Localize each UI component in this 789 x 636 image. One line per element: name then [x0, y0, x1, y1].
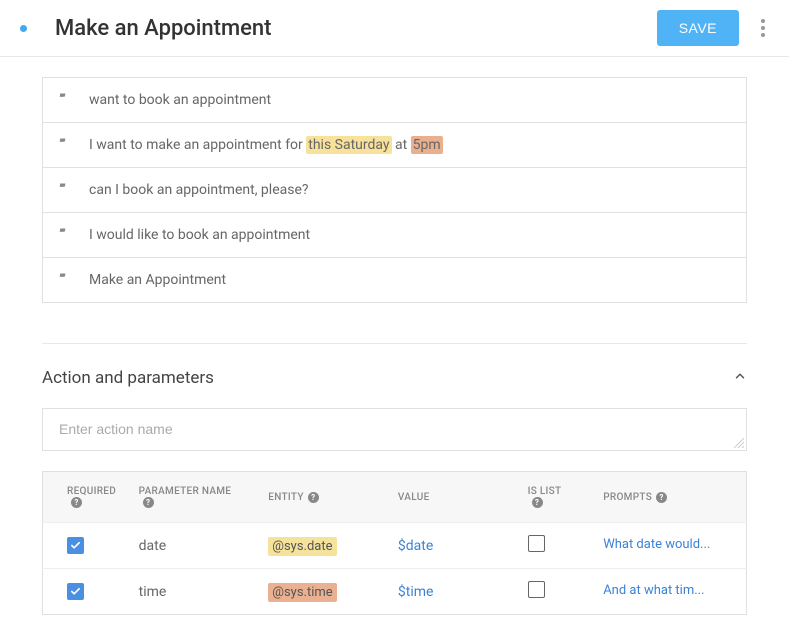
action-name-input[interactable] [59, 421, 730, 437]
section-divider [42, 343, 747, 344]
help-icon[interactable]: ? [308, 492, 319, 503]
action-name-field-wrap [42, 408, 747, 451]
training-phrase-row[interactable]: ”” I want to make an appointment for this… [43, 123, 746, 168]
help-icon[interactable]: ? [656, 492, 667, 503]
resize-handle-icon[interactable] [734, 438, 744, 448]
training-phrase-row[interactable]: ”” want to book an appointment [43, 78, 746, 123]
quote-icon: ”” [59, 137, 75, 153]
help-icon[interactable]: ? [143, 497, 154, 508]
quote-icon: ”” [59, 182, 75, 198]
save-button[interactable]: SAVE [657, 10, 739, 46]
phrase-text: want to book an appointment [89, 92, 271, 108]
parameters-table: REQUIRED? PARAMETER NAME? ENTITY? VALUE … [42, 471, 747, 615]
required-checkbox[interactable] [67, 537, 84, 554]
page-title: Make an Appointment [55, 16, 657, 41]
quote-icon: ”” [59, 92, 75, 108]
prompt-link[interactable]: What date would... [603, 537, 733, 554]
value-link[interactable]: $date [398, 538, 433, 554]
training-phrase-row[interactable]: ”” Make an Appointment [43, 258, 746, 302]
th-value: VALUE [390, 472, 520, 523]
phrase-text: I would like to book an appointment [89, 227, 310, 243]
th-parameter-name: PARAMETER NAME? [131, 472, 261, 523]
th-required: REQUIRED? [43, 472, 131, 523]
value-link[interactable]: $time [398, 584, 434, 600]
phrase-text: can I book an appointment, please? [89, 182, 309, 198]
is-list-checkbox[interactable] [528, 581, 545, 598]
entity-chip[interactable]: @sys.time [268, 583, 336, 602]
parameter-name-cell[interactable]: time [131, 569, 261, 615]
phrase-text: I want to make an appointment for this S… [89, 137, 443, 153]
th-prompts: PROMPTS? [595, 472, 746, 523]
prompt-link[interactable]: And at what tim... [603, 583, 733, 600]
training-phrases-list: ”” want to book an appointment ”” I want to… [42, 77, 747, 303]
status-dot [20, 25, 27, 32]
quote-icon: ”” [59, 227, 75, 243]
quote-icon: ”” [59, 272, 75, 288]
parameter-name-cell[interactable]: date [131, 523, 261, 569]
parameter-row: date @sys.date $date What date would... [43, 523, 747, 569]
kebab-menu-icon[interactable] [757, 15, 769, 41]
section-title: Action and parameters [42, 368, 214, 388]
th-entity: ENTITY? [260, 472, 390, 523]
phrase-text: Make an Appointment [89, 272, 226, 288]
training-phrase-row[interactable]: ”” can I book an appointment, please? [43, 168, 746, 213]
entity-highlight[interactable]: this Saturday [306, 136, 391, 154]
collapse-toggle[interactable] [733, 369, 747, 387]
help-icon[interactable]: ? [532, 497, 543, 508]
is-list-checkbox[interactable] [528, 535, 545, 552]
th-is-list: IS LIST? [520, 472, 596, 523]
training-phrase-row[interactable]: ”” I would like to book an appointment [43, 213, 746, 258]
help-icon[interactable]: ? [71, 497, 82, 508]
required-checkbox[interactable] [67, 583, 84, 600]
parameter-row: time @sys.time $time And at what tim... [43, 569, 747, 615]
entity-chip[interactable]: @sys.date [268, 537, 336, 556]
entity-highlight[interactable]: 5pm [411, 136, 443, 154]
chevron-up-icon [733, 369, 747, 383]
